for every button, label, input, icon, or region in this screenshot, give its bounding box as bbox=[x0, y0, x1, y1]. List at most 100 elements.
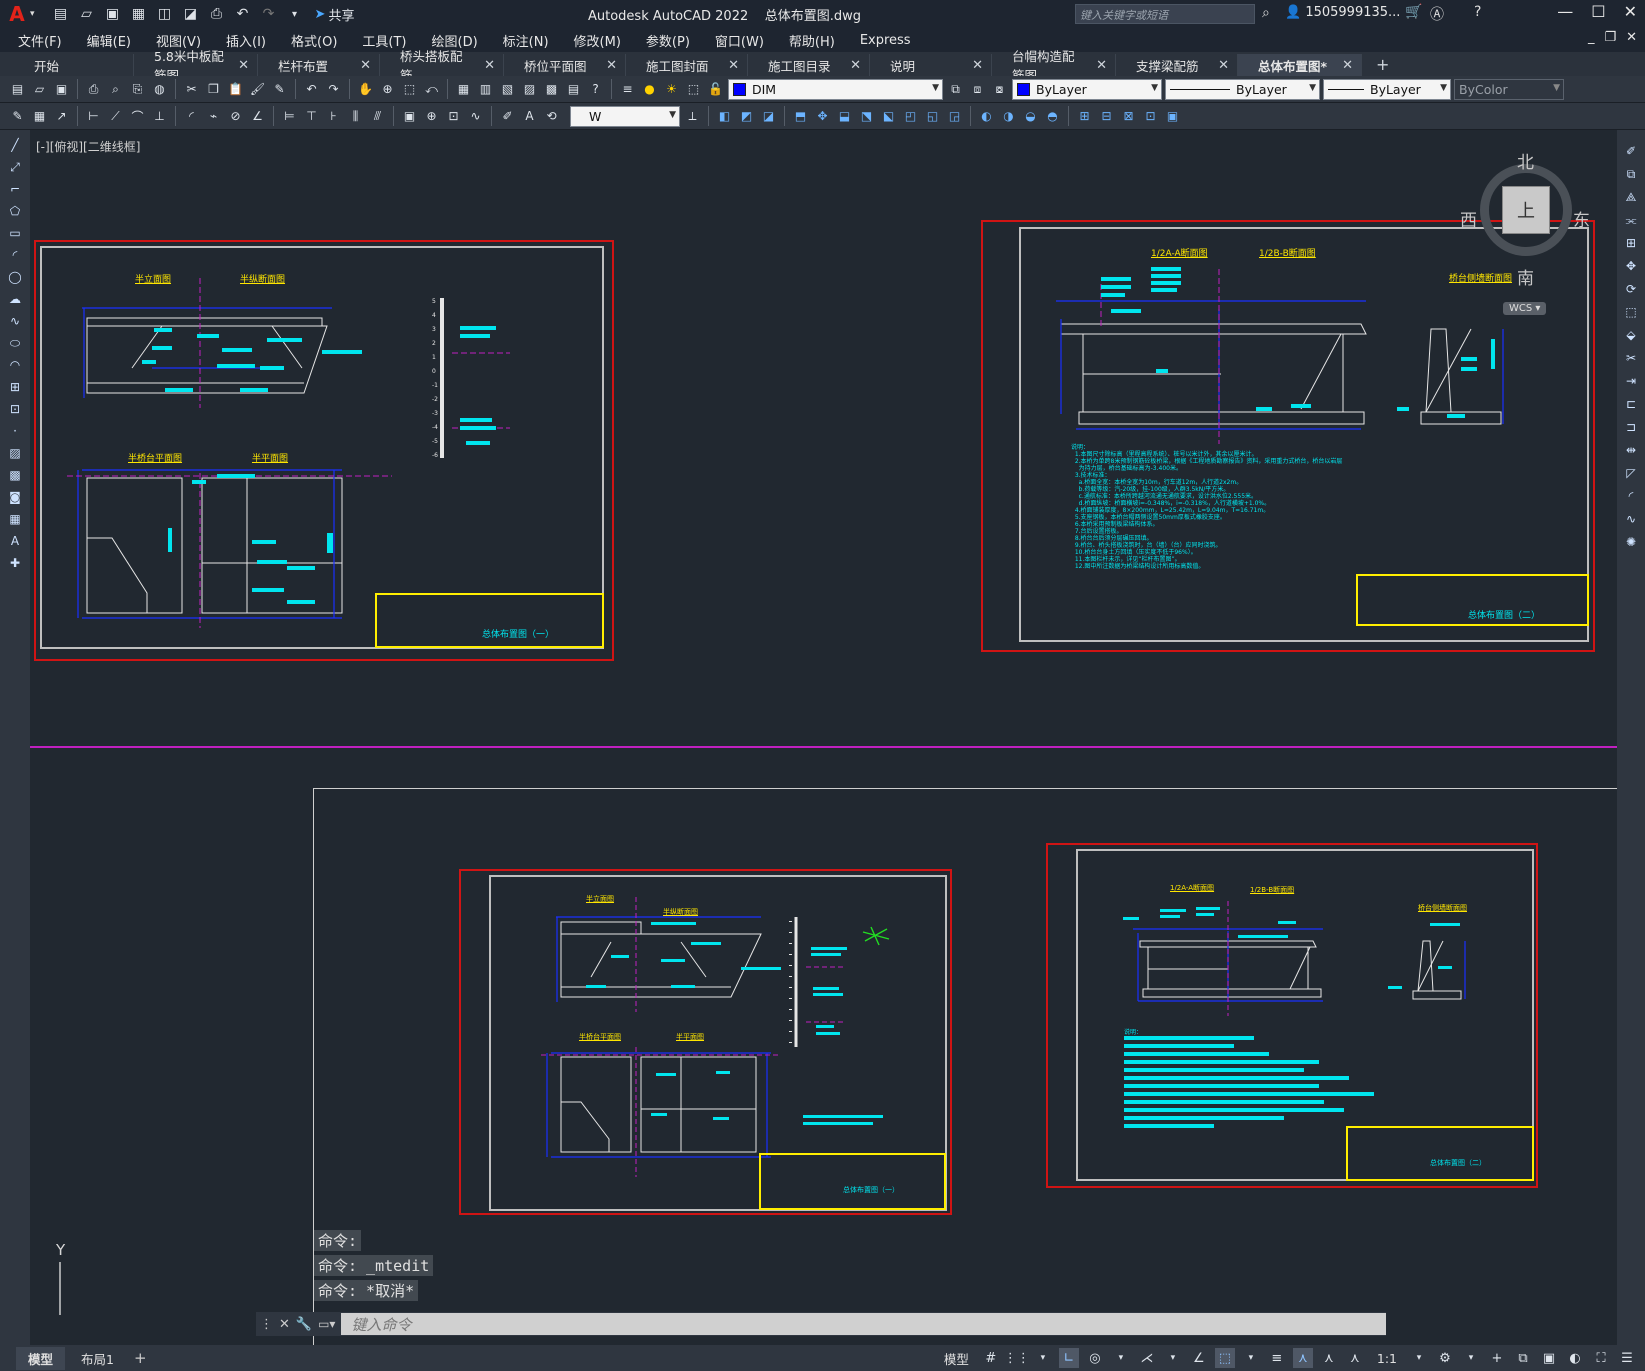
3d-print-icon[interactable]: ◍ bbox=[150, 80, 169, 99]
layer-lock-icon[interactable]: 🔓 bbox=[706, 80, 725, 99]
menu-item[interactable]: 帮助(H) bbox=[789, 31, 835, 50]
center-mark-icon[interactable]: ⊕ bbox=[422, 107, 441, 126]
osnap-menu-chevron-icon[interactable]: ▾ bbox=[1241, 1348, 1261, 1368]
save-icon[interactable]: ▣ bbox=[103, 4, 123, 24]
snap-icon[interactable]: ⋮⋮ bbox=[1004, 1348, 1030, 1368]
dim-break-icon[interactable]: ⫻ bbox=[368, 107, 387, 126]
layer-on-icon[interactable]: ● bbox=[640, 80, 659, 99]
menu-item[interactable]: 修改(M) bbox=[574, 31, 621, 50]
block-editor-icon[interactable]: ✎ bbox=[270, 80, 289, 99]
wedge-icon[interactable]: ◩ bbox=[737, 107, 756, 126]
align-3d-icon[interactable]: ⬓ bbox=[835, 107, 854, 126]
menu-item[interactable]: 文件(F) bbox=[18, 31, 62, 50]
autodesk-app-icon[interactable]: Ⓐ bbox=[1430, 4, 1444, 24]
box-icon[interactable]: ◧ bbox=[715, 107, 734, 126]
copy-icon[interactable]: ⧉ bbox=[1621, 165, 1641, 183]
trim-icon[interactable]: ✂ bbox=[1621, 349, 1641, 367]
layout-tab[interactable]: 布局1 bbox=[69, 1347, 126, 1370]
jogged-dim-icon[interactable]: ⌁ bbox=[204, 107, 223, 126]
quick-properties-icon[interactable]: ▣ bbox=[1539, 1348, 1559, 1368]
cut-icon[interactable]: ✂ bbox=[182, 80, 201, 99]
hatch-icon[interactable]: ▨ bbox=[5, 444, 25, 462]
workspace-menu-chevron-icon[interactable]: ▾ bbox=[1461, 1348, 1481, 1368]
flatshot-icon[interactable]: ◱ bbox=[923, 107, 942, 126]
file-tab[interactable]: 栏杆布置 ✕ bbox=[258, 54, 380, 76]
blend-curves-icon[interactable]: ∿ bbox=[1621, 510, 1641, 528]
menu-item[interactable]: 参数(P) bbox=[646, 31, 690, 50]
units-icon[interactable]: ⧉ bbox=[1513, 1348, 1533, 1368]
doc-close-icon[interactable]: ✕ bbox=[1626, 30, 1637, 45]
annotation-visibility-icon[interactable]: ⋏ bbox=[1292, 1348, 1313, 1368]
viewcube[interactable]: 上 北 南 东 西 bbox=[1460, 148, 1590, 289]
extend-icon[interactable]: ⇥ bbox=[1621, 372, 1641, 390]
clean-screen-icon[interactable]: ⛶ bbox=[1591, 1348, 1611, 1368]
wcs-menu[interactable]: WCS ▾ bbox=[1503, 302, 1547, 315]
save-web-icon[interactable]: ◪ bbox=[181, 4, 201, 24]
polar-tracking-icon[interactable]: ◎ bbox=[1085, 1348, 1105, 1368]
color-combo[interactable]: ByLayer ▼ bbox=[1012, 78, 1162, 100]
move-3d-icon[interactable]: ✥ bbox=[813, 107, 832, 126]
isodraft-icon[interactable]: ⋌ bbox=[1137, 1348, 1157, 1368]
doc-restore-icon[interactable]: ❐ bbox=[1604, 30, 1616, 45]
arc-length-dim-icon[interactable]: ⌒ bbox=[128, 107, 147, 126]
new-file-icon[interactable]: ▤ bbox=[51, 4, 71, 24]
isolate-objects-icon[interactable]: ◐ bbox=[1565, 1348, 1585, 1368]
annotation-monitor-icon[interactable]: + bbox=[1487, 1348, 1507, 1368]
add-layout-icon[interactable]: + bbox=[134, 1349, 147, 1367]
close-tab-icon[interactable]: ✕ bbox=[1218, 58, 1229, 73]
rotate-icon[interactable]: ⟳ bbox=[1621, 280, 1641, 298]
drawing-canvas[interactable]: [-][俯视][二维线框] 半立面图 半纵断面图 半桥台平面图 半平面图 5 4… bbox=[30, 130, 1617, 1345]
zoom-previous-icon[interactable]: ⤺ bbox=[422, 80, 441, 99]
dim-space-icon[interactable]: ⫼ bbox=[346, 107, 365, 126]
viewport-controls[interactable]: [-][俯视][二维线框] bbox=[36, 138, 140, 155]
model-space-button[interactable]: 模型 bbox=[938, 1349, 975, 1368]
mtext-icon[interactable]: A bbox=[5, 532, 25, 550]
layer-combo[interactable]: DIM ▼ bbox=[728, 78, 943, 100]
file-tab[interactable]: 台帽构造配筋图✕ bbox=[992, 49, 1116, 83]
ordinate-dim-icon[interactable]: ⊥ bbox=[150, 107, 169, 126]
undo-icon[interactable]: ↶ bbox=[302, 80, 321, 99]
dimstyle-icon[interactable]: ⟂ bbox=[683, 107, 702, 126]
dim-text-edit-icon[interactable]: A bbox=[520, 107, 539, 126]
open-web-icon[interactable]: ◫ bbox=[155, 4, 175, 24]
cart-icon[interactable]: 🛒 bbox=[1405, 4, 1422, 20]
match-properties-icon[interactable]: 🖌 bbox=[248, 80, 267, 99]
menu-item[interactable]: 编辑(E) bbox=[87, 31, 131, 50]
scale-menu-chevron-icon[interactable]: ▾ bbox=[1409, 1348, 1429, 1368]
help-icon[interactable]: ? bbox=[586, 80, 605, 99]
section-icon[interactable]: ◰ bbox=[901, 107, 920, 126]
compass-north-label[interactable]: 北 bbox=[1517, 148, 1534, 173]
user-account[interactable]: 👤 1505999135... bbox=[1285, 5, 1400, 20]
polar-menu-chevron-icon[interactable]: ▾ bbox=[1111, 1348, 1131, 1368]
spline-icon[interactable]: ∿ bbox=[5, 312, 25, 330]
line-icon[interactable]: ╱ bbox=[5, 136, 25, 154]
close-tab-icon[interactable]: ✕ bbox=[238, 58, 249, 73]
file-tab[interactable]: 桥位平面图 ✕ bbox=[504, 54, 626, 76]
layer-vp-icon[interactable]: ⬚ bbox=[684, 80, 703, 99]
iso-menu-chevron-icon[interactable]: ▾ bbox=[1163, 1348, 1183, 1368]
edit-text-icon[interactable]: ✎ bbox=[8, 107, 27, 126]
dimstyle-combo[interactable]: W ▼ bbox=[570, 105, 680, 127]
layout-tab[interactable]: 模型 bbox=[16, 1346, 66, 1370]
angular-dim-icon[interactable]: ∠ bbox=[248, 107, 267, 126]
markup-icon[interactable]: ▩ bbox=[542, 80, 561, 99]
slice-icon[interactable]: ⬔ bbox=[857, 107, 876, 126]
region-icon[interactable]: ◙ bbox=[5, 488, 25, 506]
command-line-grip-icon[interactable]: ⋮ bbox=[260, 1317, 273, 1332]
lineweight-combo[interactable]: ByLayer ▼ bbox=[1323, 78, 1451, 100]
close-tab-icon[interactable]: ✕ bbox=[972, 58, 983, 73]
publish-icon[interactable]: ⎘ bbox=[128, 80, 147, 99]
add-selected-icon[interactable]: ✚ bbox=[5, 554, 25, 572]
zoom-window-icon[interactable]: ⬚ bbox=[400, 80, 419, 99]
chamfer-icon[interactable]: ◸ bbox=[1621, 464, 1641, 482]
design-center-icon[interactable]: ▥ bbox=[476, 80, 495, 99]
radius-dim-icon[interactable]: ◜ bbox=[182, 107, 201, 126]
plot-icon[interactable]: ⎙ bbox=[84, 80, 103, 99]
close-tab-icon[interactable]: ✕ bbox=[1342, 58, 1353, 73]
recent-commands-icon[interactable]: ▭▾ bbox=[318, 1317, 335, 1331]
workspace-gear-icon[interactable]: ⚙ bbox=[1435, 1348, 1455, 1368]
continue-dim-icon[interactable]: ⊦ bbox=[324, 107, 343, 126]
object-snap-tracking-icon[interactable]: ∠ bbox=[1189, 1348, 1209, 1368]
close-tab-icon[interactable]: ✕ bbox=[728, 58, 739, 73]
search-icon[interactable]: ⌕ bbox=[1262, 5, 1270, 21]
